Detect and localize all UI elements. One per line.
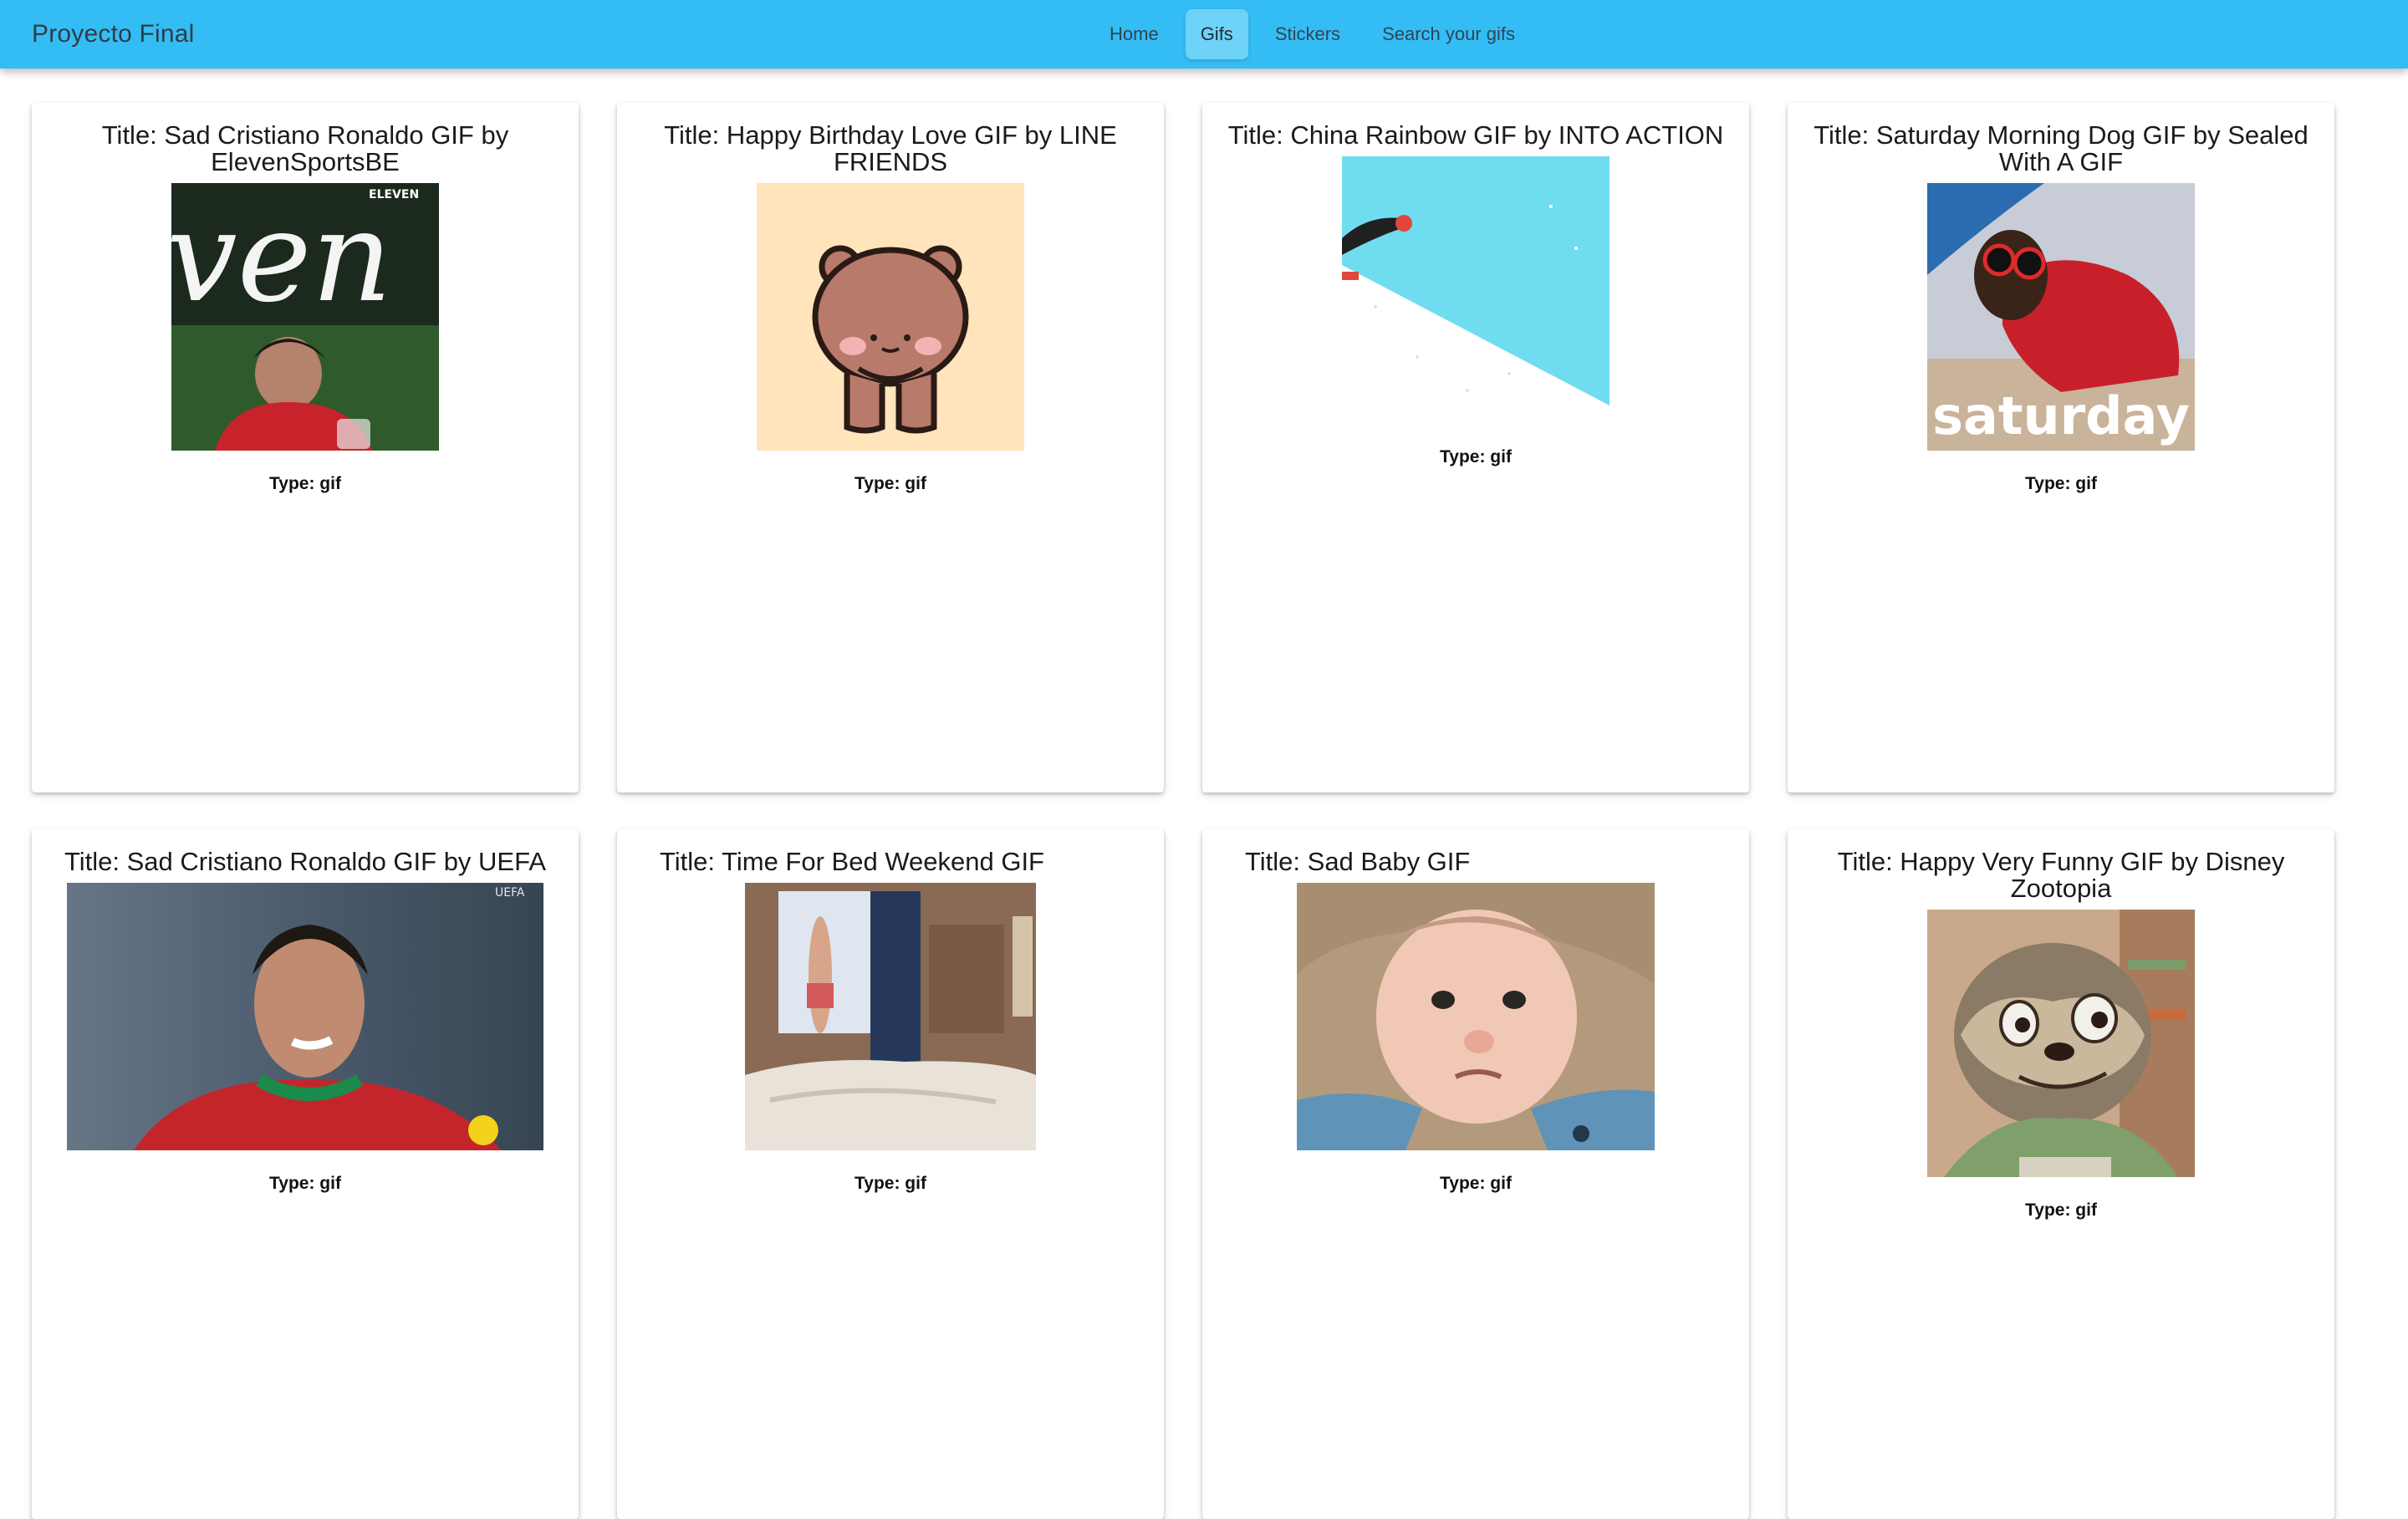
gif-card: Title: China Rainbow GIF by INTO ACTION … — [1202, 103, 1749, 793]
nav-stickers[interactable]: Stickers — [1260, 9, 1355, 59]
gif-title: Title: Time For Bed Weekend GIF — [660, 847, 1044, 876]
gif-image-brown-bear[interactable] — [757, 183, 1024, 451]
gif-card: Title: Time For Bed Weekend GIF Type: gi… — [617, 829, 1164, 1519]
gif-grid: Title: Sad Cristiano Ronaldo GIF by Elev… — [32, 103, 2339, 1519]
nav-home[interactable]: Home — [1094, 9, 1174, 59]
gif-type: Type: gif — [269, 474, 341, 493]
gif-title: Title: Saturday Morning Dog GIF by Seale… — [1814, 120, 2309, 176]
gif-type: Type: gif — [2025, 1200, 2097, 1220]
gif-card: Title: Sad Cristiano Ronaldo GIF by UEFA… — [32, 829, 579, 1519]
nav-bar: Home Gifs Stickers Search your gifs — [1094, 9, 1542, 59]
gif-image-bedroom[interactable] — [745, 883, 1036, 1150]
gif-card: Title: Happy Birthday Love GIF by LINE F… — [617, 103, 1164, 793]
overlay-text: ven — [171, 185, 392, 330]
gif-type: Type: gif — [855, 1174, 926, 1193]
gif-title: Title: Sad Baby GIF — [1245, 847, 1471, 876]
gif-image-skier-rainbow[interactable] — [1342, 156, 1610, 424]
gif-title: Title: Happy Birthday Love GIF by LINE F… — [664, 120, 1117, 176]
nav-search-gifs[interactable]: Search your gifs — [1367, 9, 1530, 59]
watermark: ELEVEN — [369, 188, 419, 201]
gif-card: Title: Sad Cristiano Ronaldo GIF by Elev… — [32, 103, 579, 793]
gif-type: Type: gif — [855, 474, 926, 493]
gif-title: Title: China Rainbow GIF by INTO ACTION — [1227, 120, 1724, 150]
gif-card: Title: Happy Very Funny GIF by Disney Zo… — [1788, 829, 2334, 1519]
gif-title: Title: Sad Cristiano Ronaldo GIF by UEFA — [64, 847, 547, 876]
gif-image-ronaldo-uefa[interactable]: UEFA — [67, 883, 543, 1150]
brand-title[interactable]: Proyecto Final — [32, 0, 195, 69]
watermark: UEFA — [495, 886, 525, 900]
gif-image-ronaldo-eleven[interactable]: ven ELEVEN — [171, 183, 439, 451]
gif-type: Type: gif — [2025, 474, 2097, 493]
gif-image-dachshund-saturday[interactable]: saturday — [1927, 183, 2195, 451]
gif-title: Title: Sad Cristiano Ronaldo GIF by Elev… — [101, 120, 509, 176]
overlay-text: saturday — [1932, 385, 2190, 446]
gif-title: Title: Happy Very Funny GIF by Disney Zo… — [1837, 847, 2285, 903]
gif-type: Type: gif — [1440, 1174, 1512, 1193]
gif-card: Title: Saturday Morning Dog GIF by Seale… — [1788, 103, 2334, 793]
gif-card: Title: Sad Baby GIF Type: gif — [1202, 829, 1749, 1519]
gif-image-sloth-zootopia[interactable] — [1927, 910, 2195, 1177]
gif-type: Type: gif — [269, 1174, 341, 1193]
gif-type: Type: gif — [1440, 447, 1512, 466]
gif-image-sad-baby[interactable] — [1297, 883, 1655, 1150]
app-bar: Proyecto Final Home Gifs Stickers Search… — [0, 0, 2408, 69]
nav-gifs[interactable]: Gifs — [1185, 9, 1248, 59]
